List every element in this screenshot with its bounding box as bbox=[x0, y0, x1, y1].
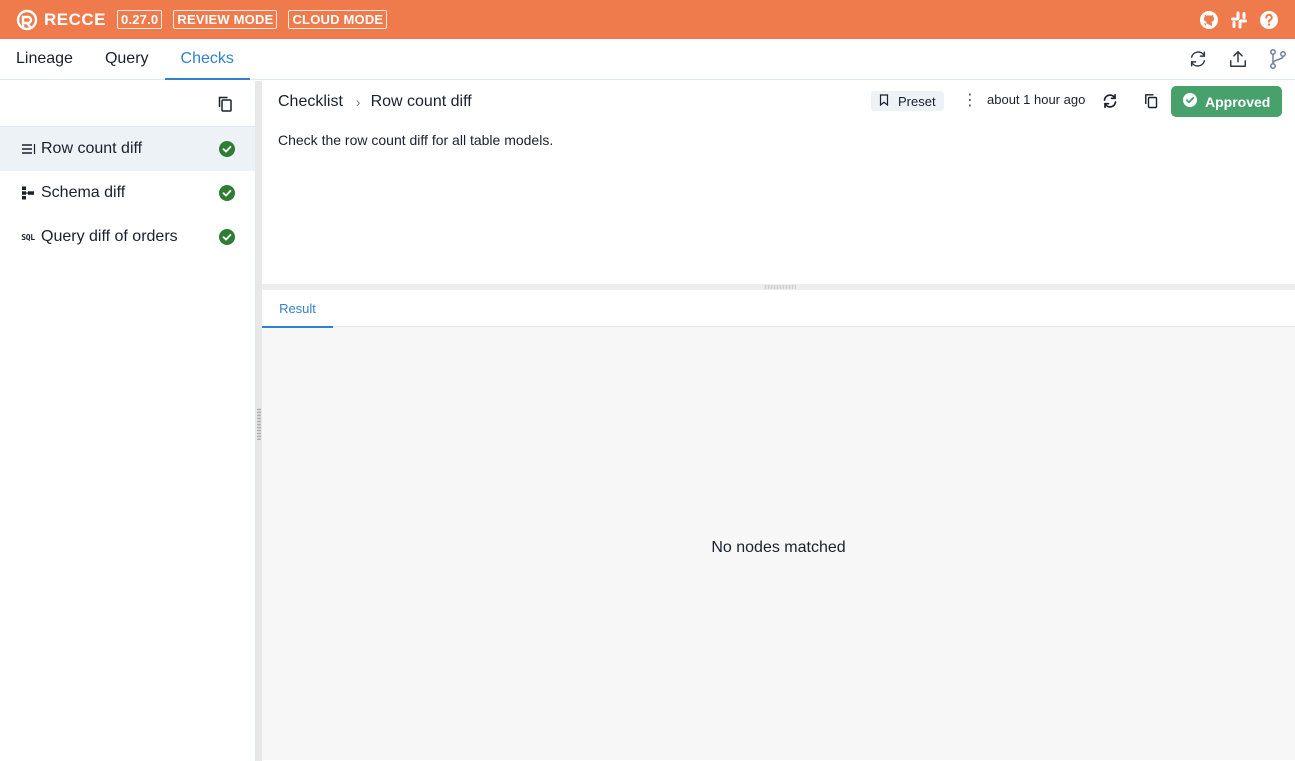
approved-button[interactable]: Approved bbox=[1171, 86, 1282, 117]
more-options-icon[interactable]: ⋮ bbox=[962, 91, 978, 111]
check-title[interactable]: Row count diff bbox=[371, 93, 472, 111]
git-branch-icon[interactable] bbox=[1268, 48, 1288, 70]
app-logo[interactable]: RECCE bbox=[16, 9, 106, 31]
copy-icon[interactable] bbox=[1144, 93, 1158, 114]
resize-grip bbox=[764, 285, 796, 289]
check-item-query-diff-of-orders[interactable]: SQL Query diff of orders bbox=[0, 215, 255, 259]
breadcrumb-checklist[interactable]: Checklist bbox=[278, 93, 343, 111]
check-item-schema-diff[interactable]: Schema diff bbox=[0, 171, 255, 215]
approved-check-icon bbox=[219, 141, 235, 157]
check-header: Checklist › Row count diff Preset ⋮ abou… bbox=[262, 81, 1295, 284]
app-name: RECCE bbox=[44, 9, 107, 29]
check-item-label: Schema diff bbox=[41, 184, 126, 201]
sql-icon: SQL bbox=[20, 233, 36, 242]
tab-checks[interactable]: Checks bbox=[164, 39, 251, 80]
check-item-label: Row count diff bbox=[41, 140, 143, 157]
updated-time: about 1 hour ago bbox=[987, 92, 1086, 107]
refresh-icon[interactable] bbox=[1188, 48, 1208, 70]
checks-sidebar: Row count diff Schema diff SQL Query dif… bbox=[0, 81, 256, 761]
help-icon[interactable] bbox=[1259, 10, 1279, 30]
tab-query[interactable]: Query bbox=[89, 39, 165, 79]
breadcrumb: Checklist › Row count diff bbox=[278, 93, 472, 111]
upload-icon[interactable] bbox=[1228, 48, 1248, 70]
main-nav: Lineage Query Checks bbox=[0, 39, 1295, 80]
version-badge: 0.27.0 bbox=[117, 10, 163, 29]
cloud-mode-badge: CLOUD MODE bbox=[288, 10, 388, 29]
rerun-icon[interactable] bbox=[1102, 93, 1118, 114]
sidebar-toolbar bbox=[0, 81, 255, 127]
tab-result[interactable]: Result bbox=[262, 290, 333, 328]
app-header: RECCE 0.27.0 REVIEW MODE CLOUD MODE bbox=[0, 0, 1295, 39]
preset-badge: Preset bbox=[871, 91, 944, 111]
result-tabs: Result bbox=[262, 290, 1295, 328]
result-view: No nodes matched bbox=[262, 327, 1295, 760]
preset-label: Preset bbox=[898, 93, 936, 109]
list-icon bbox=[20, 143, 36, 155]
github-icon[interactable] bbox=[1199, 10, 1219, 30]
bookmark-icon bbox=[879, 93, 889, 109]
chevron-right-icon: › bbox=[355, 94, 361, 110]
empty-result-message: No nodes matched bbox=[711, 538, 846, 556]
recce-logo-icon bbox=[16, 9, 38, 31]
approved-label: Approved bbox=[1205, 93, 1271, 110]
review-mode-badge: REVIEW MODE bbox=[173, 10, 278, 29]
sql-tag: SQL bbox=[21, 232, 35, 242]
check-detail-panel: Checklist › Row count diff Preset ⋮ abou… bbox=[262, 81, 1295, 761]
copy-icon[interactable] bbox=[217, 95, 233, 118]
schema-icon bbox=[20, 186, 36, 200]
check-circle-icon bbox=[1183, 93, 1197, 110]
approved-check-icon bbox=[219, 229, 235, 245]
check-item-label: Query diff of orders bbox=[41, 228, 178, 245]
slack-icon[interactable] bbox=[1229, 10, 1249, 30]
resize-grip bbox=[257, 408, 261, 440]
tab-lineage[interactable]: Lineage bbox=[0, 39, 89, 79]
approved-check-icon bbox=[219, 185, 235, 201]
check-description[interactable]: Check the row count diff for all table m… bbox=[278, 132, 553, 148]
check-item-row-count-diff[interactable]: Row count diff bbox=[0, 127, 255, 171]
